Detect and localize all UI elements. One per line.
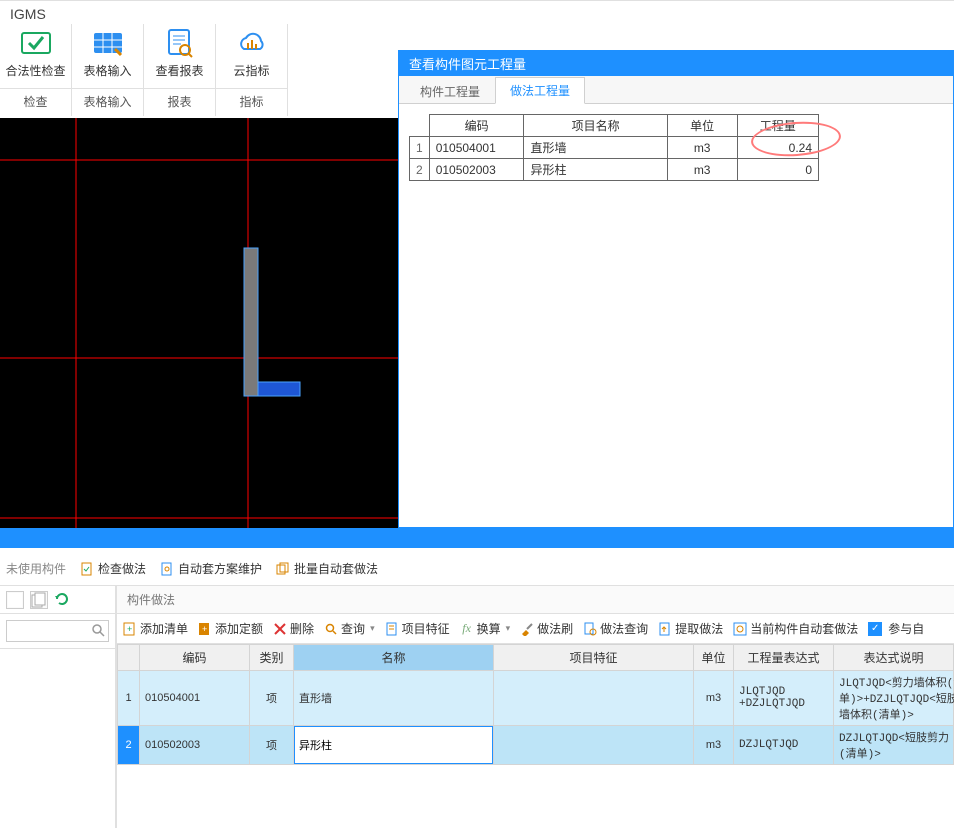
feature-icon bbox=[385, 622, 399, 636]
refresh-button[interactable] bbox=[54, 591, 72, 609]
cloud-icon bbox=[234, 28, 270, 58]
app-title: IGMS bbox=[10, 6, 46, 22]
extract-icon bbox=[658, 622, 672, 636]
popup-title[interactable]: 查看构件图元工程量 bbox=[399, 50, 953, 76]
col-code[interactable]: 编码 bbox=[140, 645, 250, 671]
convert-button[interactable]: fx换算 bbox=[460, 620, 511, 637]
tab-practice-qty[interactable]: 做法工程量 bbox=[495, 77, 585, 104]
col-unit: 单位 bbox=[667, 115, 737, 137]
col-expr[interactable]: 工程量表达式 bbox=[734, 645, 834, 671]
query-button[interactable]: 查询 bbox=[324, 620, 375, 637]
add-list-icon: + bbox=[123, 622, 137, 636]
add-list-button[interactable]: +添加清单 bbox=[123, 620, 188, 637]
copy-item-button[interactable] bbox=[30, 591, 48, 609]
brush-icon bbox=[520, 622, 534, 636]
batch-auto-button[interactable]: 批量自动套做法 bbox=[276, 560, 378, 577]
table-row[interactable]: 2 010502003 异形柱 m3 0 bbox=[410, 159, 819, 181]
practice-panel-title: 构件做法 bbox=[117, 586, 954, 614]
svg-text:+: + bbox=[202, 624, 207, 634]
doc-search-icon bbox=[583, 622, 597, 636]
extract-button[interactable]: 提取做法 bbox=[658, 620, 723, 637]
ribbon-cloud-index[interactable]: 云指标 bbox=[217, 28, 287, 79]
ribbon-item-label: 查看报表 bbox=[155, 62, 203, 79]
auto-icon bbox=[733, 622, 747, 636]
fx-icon: fx bbox=[460, 622, 474, 636]
ribbon: 合法性检查 检查 表格输入 表格输入 查看报表 报表 bbox=[0, 24, 300, 116]
practice-query-button[interactable]: 做法查询 bbox=[583, 620, 648, 637]
search-box bbox=[0, 614, 115, 649]
ribbon-table-input[interactable]: 表格输入 bbox=[73, 28, 143, 79]
col-desc[interactable]: 表达式说明 bbox=[834, 645, 954, 671]
col-name[interactable]: 名称 bbox=[294, 645, 494, 671]
practice-grid: 编码 类别 名称 项目特征 单位 工程量表达式 表达式说明 1 01050400… bbox=[117, 644, 954, 765]
grid-icon bbox=[90, 28, 126, 58]
unused-components-label: 未使用构件 bbox=[6, 560, 66, 577]
ribbon-group-label: 检查 bbox=[0, 88, 71, 116]
left-tools bbox=[0, 586, 115, 614]
practice-panel: 构件做法 +添加清单 +添加定额 删除 查询 项目特征 fx换算 做法刷 做法查… bbox=[116, 586, 954, 828]
new-item-button[interactable] bbox=[6, 591, 24, 609]
checkbox-checked-icon: ✓ bbox=[868, 622, 882, 636]
delete-button[interactable]: 删除 bbox=[273, 620, 314, 637]
ribbon-group-label: 报表 bbox=[144, 88, 215, 116]
delete-icon bbox=[273, 622, 287, 636]
ribbon-item-label: 表格输入 bbox=[83, 62, 131, 79]
col-name: 项目名称 bbox=[524, 115, 667, 137]
gear-doc-icon bbox=[160, 562, 174, 576]
ribbon-item-label: 合法性检查 bbox=[5, 62, 65, 79]
add-norm-icon: + bbox=[198, 622, 212, 636]
auto-current-button[interactable]: 当前构件自动套做法 bbox=[733, 620, 858, 637]
quantity-popup: 查看构件图元工程量 构件工程量 做法工程量 编码 项目名称 单位 工程量 1 0… bbox=[398, 50, 954, 528]
cad-canvas[interactable] bbox=[0, 118, 398, 528]
grid-row-selected[interactable]: 2 010502003 项 m3 DZJLQTJQD DZJLQTJQD<短肢剪… bbox=[118, 726, 954, 765]
check-icon bbox=[18, 28, 54, 58]
report-icon bbox=[162, 28, 198, 58]
search-input[interactable] bbox=[6, 620, 109, 642]
feature-button[interactable]: 项目特征 bbox=[385, 620, 450, 637]
col-code: 编码 bbox=[429, 115, 524, 137]
practice-toolbar: +添加清单 +添加定额 删除 查询 项目特征 fx换算 做法刷 做法查询 提取做… bbox=[117, 614, 954, 644]
ribbon-group-label: 指标 bbox=[216, 88, 287, 116]
name-cell-input[interactable] bbox=[294, 726, 493, 764]
popup-tabs: 构件工程量 做法工程量 bbox=[399, 76, 953, 104]
col-rowidx[interactable] bbox=[118, 645, 140, 671]
left-nav bbox=[0, 586, 116, 828]
tab-component-qty[interactable]: 构件工程量 bbox=[405, 77, 495, 104]
splitter-bar[interactable] bbox=[0, 528, 954, 548]
toolbar-practice: 未使用构件 检查做法 自动套方案维护 批量自动套做法 bbox=[0, 552, 954, 586]
grid-row[interactable]: 1 010504001 项 直形墙 m3 JLQTJQD +DZJLQTJQD … bbox=[118, 671, 954, 726]
ribbon-check-validity[interactable]: 合法性检查 bbox=[1, 28, 71, 79]
check-practice-button[interactable]: 检查做法 bbox=[80, 560, 146, 577]
document-check-icon bbox=[80, 562, 94, 576]
col-cat[interactable]: 类别 bbox=[250, 645, 294, 671]
ribbon-item-label: 云指标 bbox=[233, 62, 269, 79]
batch-icon bbox=[276, 562, 290, 576]
participate-checkbox[interactable]: ✓参与自 bbox=[868, 620, 924, 637]
ribbon-view-report[interactable]: 查看报表 bbox=[145, 28, 215, 79]
auto-scheme-button[interactable]: 自动套方案维护 bbox=[160, 560, 262, 577]
brush-button[interactable]: 做法刷 bbox=[520, 620, 573, 637]
col-feat[interactable]: 项目特征 bbox=[494, 645, 694, 671]
add-norm-button[interactable]: +添加定额 bbox=[198, 620, 263, 637]
search-icon bbox=[324, 622, 338, 636]
col-unit[interactable]: 单位 bbox=[694, 645, 734, 671]
ribbon-group-label: 表格输入 bbox=[72, 88, 143, 116]
svg-text:+: + bbox=[127, 624, 132, 634]
